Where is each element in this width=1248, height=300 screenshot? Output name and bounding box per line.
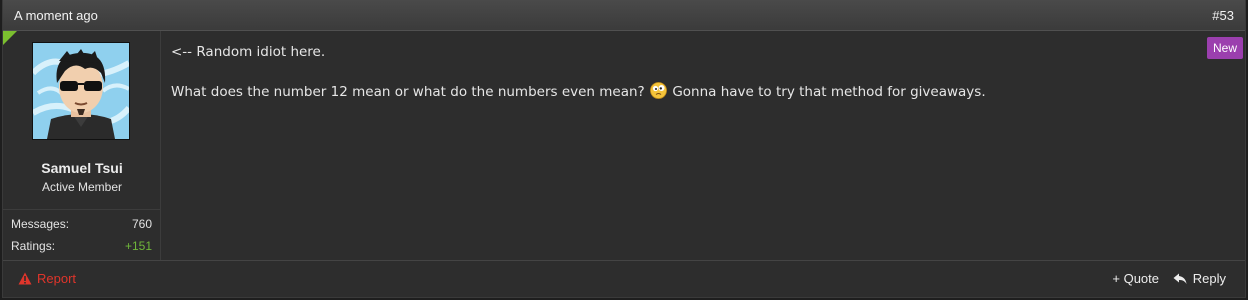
user-extras-divider <box>3 209 160 210</box>
post-timestamp[interactable]: A moment ago <box>14 8 98 23</box>
reply-label: Reply <box>1192 271 1226 286</box>
post-line-2: What does the number 12 mean or what do … <box>171 82 986 100</box>
user-title: Active Member <box>41 180 123 194</box>
stat-ratings-label: Ratings: <box>11 239 56 253</box>
warning-icon <box>18 272 32 285</box>
report-label: Report <box>37 271 77 286</box>
post-content: <-- Random idiot here. What does the num… <box>171 44 986 100</box>
message-post: A moment ago #53 Samuel Tsui Active Memb… <box>2 0 1246 298</box>
post-line-1: <-- Random idiot here. <box>171 44 326 60</box>
post-footer: Report + Quote Reply <box>3 260 1245 297</box>
new-badge: New <box>1207 37 1243 59</box>
avatar-image <box>33 43 129 139</box>
reply-arrow-icon <box>1173 273 1187 285</box>
reply-button[interactable]: Reply <box>1173 271 1226 286</box>
quote-button[interactable]: + Quote <box>1112 271 1159 286</box>
post-line-2-end: Gonna have to try that method for giveaw… <box>672 84 986 100</box>
post-line-2-start: What does the number 12 mean or what do … <box>171 84 645 100</box>
stat-messages-label: Messages: <box>11 217 70 231</box>
user-info-pane: Samuel Tsui Active Member Messages: 760 … <box>3 31 161 260</box>
stat-messages-value: 760 <box>131 217 152 231</box>
post-header: A moment ago #53 <box>3 0 1245 31</box>
avatar[interactable] <box>32 42 130 140</box>
report-button[interactable]: Report <box>18 271 76 286</box>
username[interactable]: Samuel Tsui <box>3 160 161 176</box>
confused-face-icon <box>650 82 667 99</box>
stat-ratings-value: +151 <box>124 239 152 253</box>
post-number-link[interactable]: #53 <box>1212 8 1234 23</box>
